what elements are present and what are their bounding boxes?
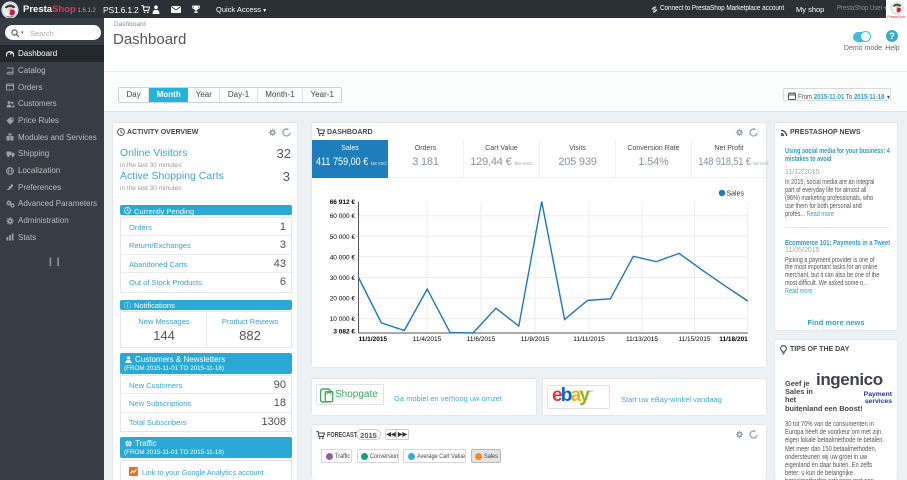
svg-text:10 000 €: 10 000 € — [330, 316, 356, 323]
svg-text:11/6/2015: 11/6/2015 — [467, 336, 496, 343]
svg-text:11/13/2015: 11/13/2015 — [626, 336, 658, 343]
svg-text:40 000 €: 40 000 € — [330, 254, 356, 261]
svg-text:20 000 €: 20 000 € — [330, 296, 356, 303]
svg-text:3 082 €: 3 082 € — [333, 329, 355, 336]
svg-text:11/1/2015: 11/1/2015 — [359, 336, 388, 343]
svg-text:11/11/2015: 11/11/2015 — [573, 336, 605, 343]
svg-text:11/4/2015: 11/4/2015 — [413, 336, 442, 343]
svg-text:11/15/2015: 11/15/2015 — [678, 336, 710, 343]
svg-text:11/18/201: 11/18/201 — [719, 336, 748, 343]
svg-text:50 000 €: 50 000 € — [330, 234, 356, 241]
svg-text:11/8/2015: 11/8/2015 — [521, 336, 550, 343]
svg-text:Sales: Sales — [727, 191, 745, 198]
svg-text:30 000 €: 30 000 € — [330, 275, 356, 282]
svg-text:60 000 €: 60 000 € — [330, 213, 356, 220]
svg-text:66 912 €: 66 912 € — [330, 199, 356, 206]
